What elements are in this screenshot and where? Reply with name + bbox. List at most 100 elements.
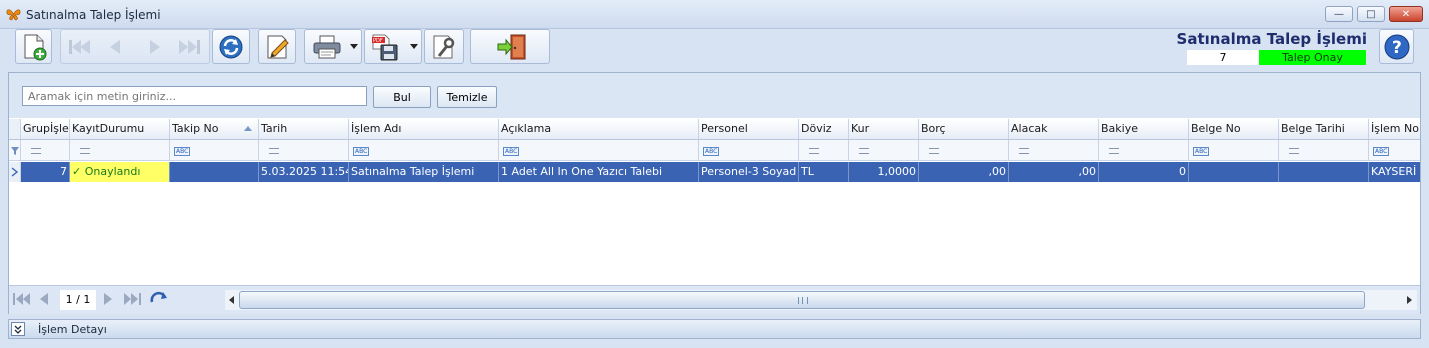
- previous-record-icon[interactable]: [105, 37, 125, 57]
- sort-ascending-icon: [244, 126, 252, 131]
- filter-cell[interactable]: [1009, 140, 1099, 160]
- detail-label: İşlem Detayı: [38, 323, 107, 336]
- equals-icon: [1289, 148, 1299, 154]
- column-header[interactable]: KayıtDurumu: [70, 119, 170, 139]
- help-button[interactable]: ?: [1379, 29, 1414, 64]
- table-row[interactable]: 7 ✓ Onaylandı 5.03.2025 11:54: Satınalma…: [9, 162, 1420, 182]
- exit-button[interactable]: [470, 29, 550, 64]
- filter-cell[interactable]: ABC: [170, 140, 259, 160]
- status-badge: Talep Onay: [1259, 50, 1366, 65]
- filter-icon: [9, 140, 21, 160]
- cell-doviz[interactable]: TL: [799, 162, 849, 182]
- cell-takip-no[interactable]: [170, 162, 259, 182]
- column-header-label: Takip No: [172, 122, 219, 135]
- next-page-icon[interactable]: [102, 292, 114, 306]
- filter-cell[interactable]: ABC: [1369, 140, 1420, 160]
- cell-alacak[interactable]: ,00: [1009, 162, 1099, 182]
- column-header[interactable]: Personel: [699, 119, 799, 139]
- detail-panel-bar[interactable]: İşlem Detayı: [8, 319, 1421, 339]
- print-icon: [313, 35, 341, 59]
- edit-button[interactable]: [258, 29, 296, 64]
- column-header[interactable]: İşlem Noktası: [1369, 119, 1420, 139]
- filter-row: ABC ABC ABC ABC ABC ABC: [9, 140, 1420, 161]
- row-indicator-header: [9, 119, 21, 139]
- minimize-icon: —: [1334, 8, 1344, 20]
- find-button[interactable]: Bul: [373, 86, 431, 108]
- chevron-down-icon[interactable]: [350, 44, 358, 49]
- column-header[interactable]: Açıklama: [499, 119, 699, 139]
- column-header[interactable]: Belge No: [1189, 119, 1279, 139]
- record-number: 7: [1187, 50, 1259, 65]
- cell-belge-tarihi[interactable]: [1279, 162, 1369, 182]
- filter-cell[interactable]: [259, 140, 349, 160]
- column-header[interactable]: Döviz: [799, 119, 849, 139]
- filter-cell[interactable]: ABC: [1189, 140, 1279, 160]
- column-header[interactable]: Takip No: [170, 119, 259, 139]
- main-panel: Bul Temizle Grupİşlem KayıtDurumu Takip …: [8, 72, 1421, 314]
- column-header[interactable]: Belge Tarihi: [1279, 119, 1369, 139]
- cell-grup-islem[interactable]: 7: [21, 162, 70, 182]
- equals-icon: [80, 148, 90, 154]
- filter-cell[interactable]: [1099, 140, 1189, 160]
- filter-cell[interactable]: [919, 140, 1009, 160]
- column-header[interactable]: Tarih: [259, 119, 349, 139]
- expand-icon[interactable]: [11, 322, 25, 336]
- clear-button[interactable]: Temizle: [437, 86, 497, 108]
- last-record-icon[interactable]: [175, 37, 205, 57]
- cell-kayit-durumu[interactable]: ✓ Onaylandı: [70, 162, 170, 182]
- next-record-icon[interactable]: [145, 37, 165, 57]
- settings-button[interactable]: [424, 29, 464, 64]
- filter-cell[interactable]: ABC: [349, 140, 499, 160]
- new-record-button[interactable]: [15, 29, 52, 64]
- filter-cell[interactable]: [21, 140, 70, 160]
- cell-kayit-durumu-text: Onaylandı: [84, 165, 141, 178]
- cell-islem-adi[interactable]: Satınalma Talep İşlemi: [349, 162, 499, 182]
- close-button[interactable]: ✕: [1389, 6, 1423, 22]
- text-filter-icon: ABC: [353, 147, 370, 156]
- filter-cell[interactable]: [849, 140, 919, 160]
- column-header[interactable]: Bakiye: [1099, 119, 1189, 139]
- first-page-icon[interactable]: [12, 292, 32, 306]
- cell-islem-noktasi[interactable]: KAYSERİ M: [1369, 162, 1420, 182]
- column-header[interactable]: Alacak: [1009, 119, 1099, 139]
- filter-cell[interactable]: ABC: [699, 140, 799, 160]
- filter-cell[interactable]: [70, 140, 170, 160]
- maximize-icon: □: [1366, 8, 1376, 20]
- scroll-left-icon[interactable]: [228, 296, 235, 304]
- cell-personel[interactable]: Personel-3 Soyad: [699, 162, 799, 182]
- column-header[interactable]: İşlem Adı: [349, 119, 499, 139]
- record-navigation-group: [60, 29, 210, 64]
- refresh-page-icon[interactable]: [149, 291, 169, 307]
- cell-tarih[interactable]: 5.03.2025 11:54:: [259, 162, 349, 182]
- last-page-icon[interactable]: [122, 292, 142, 306]
- filter-cell[interactable]: [799, 140, 849, 160]
- cell-aciklama[interactable]: 1 Adet All In One Yazıcı Talebi: [499, 162, 699, 182]
- chevron-down-icon[interactable]: [410, 44, 418, 49]
- minimize-button[interactable]: —: [1325, 6, 1353, 22]
- equals-icon: [31, 148, 41, 154]
- maximize-button[interactable]: □: [1357, 6, 1385, 22]
- print-button[interactable]: [304, 29, 362, 64]
- previous-page-icon[interactable]: [38, 292, 50, 306]
- cell-kur[interactable]: 1,0000: [849, 162, 919, 182]
- column-header[interactable]: Borç: [919, 119, 1009, 139]
- refresh-button[interactable]: [212, 29, 250, 64]
- column-header[interactable]: Grupİşlem: [21, 119, 70, 139]
- equals-icon: [929, 148, 939, 154]
- text-filter-icon: ABC: [703, 147, 720, 156]
- equals-icon: [1019, 148, 1029, 154]
- save-pdf-button[interactable]: PDF: [364, 29, 422, 64]
- cell-belge-no[interactable]: [1189, 162, 1279, 182]
- column-header[interactable]: Kur: [849, 119, 919, 139]
- filter-cell[interactable]: ABC: [499, 140, 699, 160]
- cell-borc[interactable]: ,00: [919, 162, 1009, 182]
- filter-cell[interactable]: [1279, 140, 1369, 160]
- search-input[interactable]: [22, 86, 367, 106]
- new-record-icon: [24, 34, 47, 61]
- cell-bakiye[interactable]: 0: [1099, 162, 1189, 182]
- scroll-right-icon[interactable]: [1406, 296, 1413, 304]
- equals-icon: [859, 148, 869, 154]
- scroll-thumb[interactable]: [239, 291, 1365, 309]
- first-record-icon[interactable]: [66, 37, 94, 57]
- horizontal-scrollbar[interactable]: [225, 290, 1417, 310]
